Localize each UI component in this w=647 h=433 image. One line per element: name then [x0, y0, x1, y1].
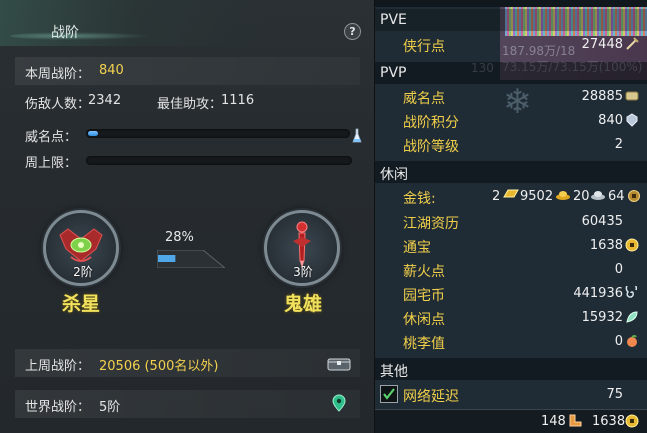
flask-icon — [352, 128, 362, 143]
rank-percent: 28% — [165, 230, 194, 245]
rank-progress-wedge — [157, 250, 225, 268]
prestige-bar-fill — [88, 131, 98, 136]
gold-bar-icon — [503, 189, 519, 198]
last-week-value: 20506 (500名以外) — [99, 359, 219, 374]
weekly-rank-value: 840 — [99, 63, 124, 78]
other-title: 其他 — [380, 364, 408, 380]
bottom-value-a: 148 — [541, 414, 566, 429]
leisure-title: 休闲 — [380, 167, 408, 183]
gold-ingot-icon — [556, 191, 570, 200]
weekly-cap-bar — [86, 156, 352, 165]
pvp-title: PVP — [380, 65, 407, 81]
peach-icon — [627, 335, 637, 347]
title-decoration — [10, 32, 150, 40]
pvp-section — [375, 62, 647, 84]
latency-value: 75 — [606, 387, 623, 402]
silver-ingot-icon — [591, 191, 605, 200]
prestige-bar — [86, 129, 350, 138]
money-gold-bar-value: 2 — [492, 189, 501, 204]
pve-section — [375, 9, 647, 31]
top-strip — [375, 0, 647, 7]
money-silver-value: 20 — [573, 189, 590, 204]
ghost-text-hp: 187.98万/18 — [502, 44, 576, 58]
leisure-item-leisure-value: 15932 — [581, 310, 623, 325]
world-rank-value: 5阶 — [99, 400, 121, 415]
pve-title: PVE — [380, 12, 407, 28]
current-rank-name: 杀星 — [61, 293, 100, 315]
leisure-item-peach-label: 桃李值 — [403, 336, 445, 352]
pve-item-value: 27448 — [581, 37, 623, 52]
pvp-item-points-value: 840 — [598, 113, 623, 128]
leisure-item-qualification-value: 60435 — [581, 214, 623, 229]
leisure-item-tongbao-value: 1638 — [589, 238, 623, 253]
coin-icon — [625, 238, 639, 252]
injured-value: 2342 — [88, 93, 122, 108]
rank-panel: 战阶 ? 本周战阶： 840 伤敌人数： 2342 最佳助攻： 1116 威名点… — [0, 0, 375, 433]
scroll-icon — [625, 91, 639, 101]
money-gold-value: 9502 — [520, 189, 554, 204]
next-rank-name: 鬼雄 — [283, 293, 322, 315]
leisure-item-leisure-label: 休闲点 — [403, 312, 445, 328]
next-rank-level: 3阶 — [293, 265, 313, 279]
money-label: 金钱: — [403, 191, 436, 207]
current-rank-level: 2阶 — [73, 265, 93, 279]
pvp-item-level-value: 2 — [614, 137, 623, 152]
prestige-label: 威名点： — [25, 130, 78, 145]
pvp-item-points-label: 战阶积分 — [403, 115, 459, 131]
leisure-item-estate-value: 441936 — [573, 286, 623, 301]
injured-label: 伤敌人数： — [25, 97, 91, 112]
latency-checkbox[interactable] — [380, 385, 398, 403]
best-assist-label: 最佳助攻： — [157, 97, 223, 112]
crest-icon — [626, 113, 638, 127]
leisure-section — [375, 161, 647, 183]
leisure-item-estate-label: 园宅币 — [403, 288, 445, 304]
coin-icon — [625, 414, 639, 428]
rank-progress-fill — [158, 255, 176, 262]
bottom-value-b: 1638 — [592, 414, 626, 429]
snowflake-icon: ❄ — [503, 82, 532, 122]
other-section — [375, 358, 647, 380]
currency-panel: 187.98万/18 130 73.15万/73.15万(100%) ❄ PVE… — [375, 0, 647, 433]
checkmark-icon — [383, 388, 395, 400]
pvp-item-level-label: 战阶等级 — [403, 139, 459, 155]
leisure-item-qualification-label: 江湖资历 — [403, 216, 459, 232]
leisure-item-fire-value: 0 — [614, 262, 623, 277]
money-copper-value: 64 — [608, 189, 625, 204]
chest-icon[interactable] — [327, 355, 351, 371]
pvp-item-prestige-label: 威名点 — [403, 91, 445, 107]
latency-label: 网络延迟 — [403, 389, 459, 405]
leaf-icon — [626, 311, 638, 323]
boot-icon — [569, 414, 582, 427]
spiral-icon — [625, 286, 638, 298]
panel-title: 战阶 — [51, 25, 79, 41]
help-icon[interactable]: ? — [344, 23, 361, 40]
copper-coin-icon — [628, 190, 640, 202]
leisure-item-peach-value: 0 — [614, 334, 623, 349]
location-pin-icon[interactable] — [332, 394, 346, 412]
last-week-label: 上周战阶： — [25, 359, 91, 374]
pvp-item-prestige-value: 28885 — [581, 89, 623, 104]
best-assist-value: 1116 — [221, 93, 255, 108]
sword-icon — [626, 37, 639, 50]
leisure-item-fire-label: 薪火点 — [403, 264, 445, 280]
world-rank-label: 世界战阶： — [25, 400, 91, 415]
bottom-bar: 148 1638 — [375, 409, 647, 433]
pve-item-label: 侠行点 — [403, 39, 445, 55]
weekly-cap-label: 周上限： — [25, 156, 78, 171]
weekly-rank-label: 本周战阶： — [25, 67, 91, 82]
leisure-item-tongbao-label: 通宝 — [403, 240, 431, 256]
